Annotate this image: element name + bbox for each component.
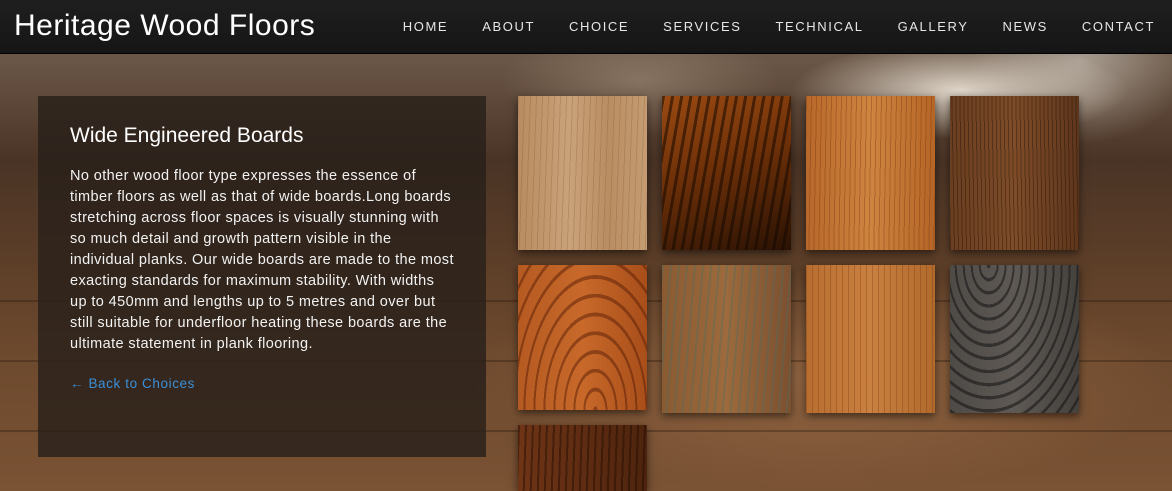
wood-swatch-amber[interactable] xyxy=(806,96,935,250)
nav-news[interactable]: NEWS xyxy=(986,0,1065,54)
site-logo-title[interactable]: Heritage Wood Floors xyxy=(14,9,315,43)
nav-about[interactable]: ABOUT xyxy=(465,0,552,54)
main-menu: HOME ABOUT CHOICE SERVICES TECHNICAL GAL… xyxy=(386,0,1172,54)
nav-home[interactable]: HOME xyxy=(386,0,465,54)
product-heading: Wide Engineered Boards xyxy=(70,124,304,147)
back-to-choices-link[interactable]: ← Back to Choices xyxy=(70,376,195,391)
nav-contact[interactable]: CONTACT xyxy=(1065,0,1172,54)
nav-gallery[interactable]: GALLERY xyxy=(881,0,986,54)
nav-choice[interactable]: CHOICE xyxy=(552,0,646,54)
wood-swatch-dark-smoked[interactable] xyxy=(662,96,791,250)
product-description: No other wood floor type expresses the e… xyxy=(70,168,454,352)
wood-swatch-grey-brushed[interactable] xyxy=(950,265,1079,413)
nav-technical[interactable]: TECHNICAL xyxy=(758,0,880,54)
nav-services[interactable]: SERVICES xyxy=(646,0,758,54)
wood-swatch-weathered[interactable] xyxy=(662,265,791,413)
product-info-panel: Wide Engineered Boards No other wood flo… xyxy=(38,96,486,457)
wood-swatch-golden[interactable] xyxy=(806,265,935,413)
wood-swatch-light-oak[interactable] xyxy=(518,96,647,250)
wood-swatch-dark-red[interactable] xyxy=(518,425,647,491)
wood-swatch-reddish-grain[interactable] xyxy=(518,265,647,410)
wood-swatch-brown-rustic[interactable] xyxy=(950,96,1079,250)
top-navigation-bar: Heritage Wood Floors HOME ABOUT CHOICE S… xyxy=(0,0,1172,54)
